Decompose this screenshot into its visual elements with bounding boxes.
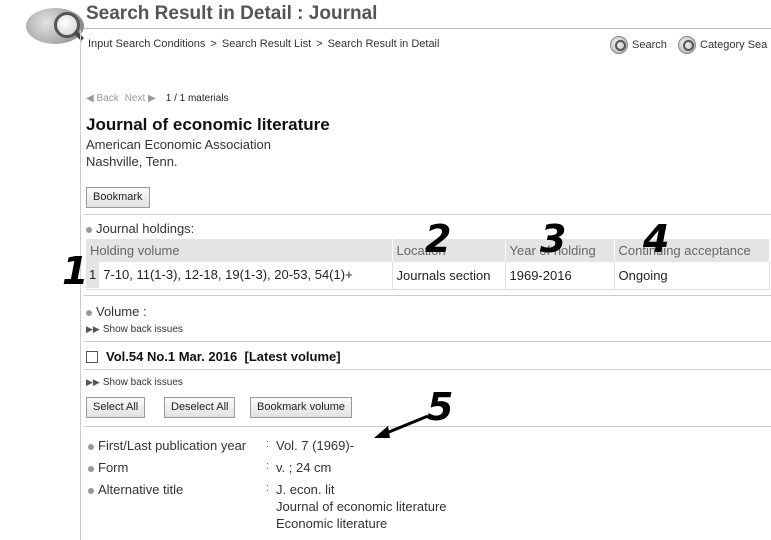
col-holding-volume: Holding volume [86,239,393,262]
detail-value: Economic literature [276,516,388,531]
result-count: 1 / 1 materials [165,93,229,104]
detail-row: Alternative title : J. econ. lit Journal… [0,482,771,540]
volume-checkbox[interactable] [86,350,98,363]
section-divider [84,214,771,215]
annotation-number-2: 2 [425,217,452,261]
bookmark-volume-button[interactable]: Bookmark volume [250,397,353,418]
detail-label: Form [88,460,128,475]
bullet-icon [88,443,94,450]
detail-value: v. ; 24 cm [276,460,332,475]
detail-row: Form : v. ; 24 cm [0,460,771,478]
search-button-label: Search [632,39,667,51]
search-logo-icon [18,6,86,46]
breadcrumb-separator: > [210,38,217,50]
detail-value: Journal of economic literature [276,499,447,514]
acceptance-cell: Ongoing [614,262,770,290]
breadcrumb-search-result-list[interactable]: Search Result List [222,38,311,50]
latest-volume-row: Vol.54 No.1 Mar. 2016 [Latest volume] [86,349,341,364]
detail-label: Alternative title [88,482,183,497]
page-title: Search Result in Detail : Journal [86,3,378,24]
deselect-all-button[interactable]: Deselect All [164,397,236,418]
bullet-icon [88,465,94,472]
double-arrow-icon: ▶▶ [86,377,100,387]
next-link[interactable]: Next ▶ [125,93,156,104]
detail-value: J. econ. lit [276,482,335,497]
category-search-button[interactable]: Category Sea [678,35,767,55]
breadcrumb: Input Search Conditions > Search Result Li… [88,38,439,50]
latest-volume-label: Vol.54 No.1 Mar. 2016 [Latest volume] [106,349,341,364]
detail-label: First/Last publication year [88,438,246,453]
col-continuing-acceptance: Continuing acceptance [614,239,770,262]
back-link[interactable]: ◀ Back [86,93,119,104]
breadcrumb-current: Search Result in Detail [327,38,440,50]
detail-value: Vol. 7 (1969)- [276,438,355,453]
holding-volume-cell: 1 7-10, 11(1-3), 12-18, 19(1-3), 20-53, 5… [86,262,393,290]
volume-label: Volume : [86,304,147,319]
select-all-button[interactable]: Select All [86,397,146,418]
table-row: 1 7-10, 11(1-3), 12-18, 19(1-3), 20-53, 5… [86,262,770,290]
breadcrumb-separator: > [316,38,323,50]
pager: ◀ Back Next ▶ 1 / 1 materials [86,93,229,104]
detail-row: First/Last publication year : Vol. 7 (19… [0,438,771,456]
section-divider [84,369,771,370]
show-back-issues-link[interactable]: ▶▶ Show back issues [86,377,183,388]
annotation-number-1: 1 [62,249,89,293]
location-cell: Journals section [392,262,506,290]
annotation-arrow [374,414,429,438]
search-button[interactable]: Search [610,35,667,55]
bullet-icon [86,226,92,233]
section-divider [84,341,771,342]
section-divider [84,295,771,296]
journal-title: Journal of economic literature [86,115,330,134]
bookmark-button[interactable]: Bookmark [86,187,150,208]
title-divider [84,28,771,29]
year-cell: 1969-2016 [505,262,615,290]
annotation-number-3: 3 [540,217,567,261]
search-icon [610,36,628,54]
double-arrow-icon: ▶▶ [86,324,100,334]
breadcrumb-input-search-conditions[interactable]: Input Search Conditions [88,38,205,50]
publication-place: Nashville, Tenn. [86,154,178,169]
bullet-icon [86,309,92,316]
search-icon [678,36,696,54]
publisher: American Economic Association [86,137,271,152]
bullet-icon [88,487,94,494]
category-search-label: Category Sea [700,39,768,51]
annotation-number-4: 4 [643,217,670,261]
show-back-issues-link[interactable]: ▶▶ Show back issues [86,324,183,335]
journal-holdings-label: Journal holdings: [86,221,194,236]
